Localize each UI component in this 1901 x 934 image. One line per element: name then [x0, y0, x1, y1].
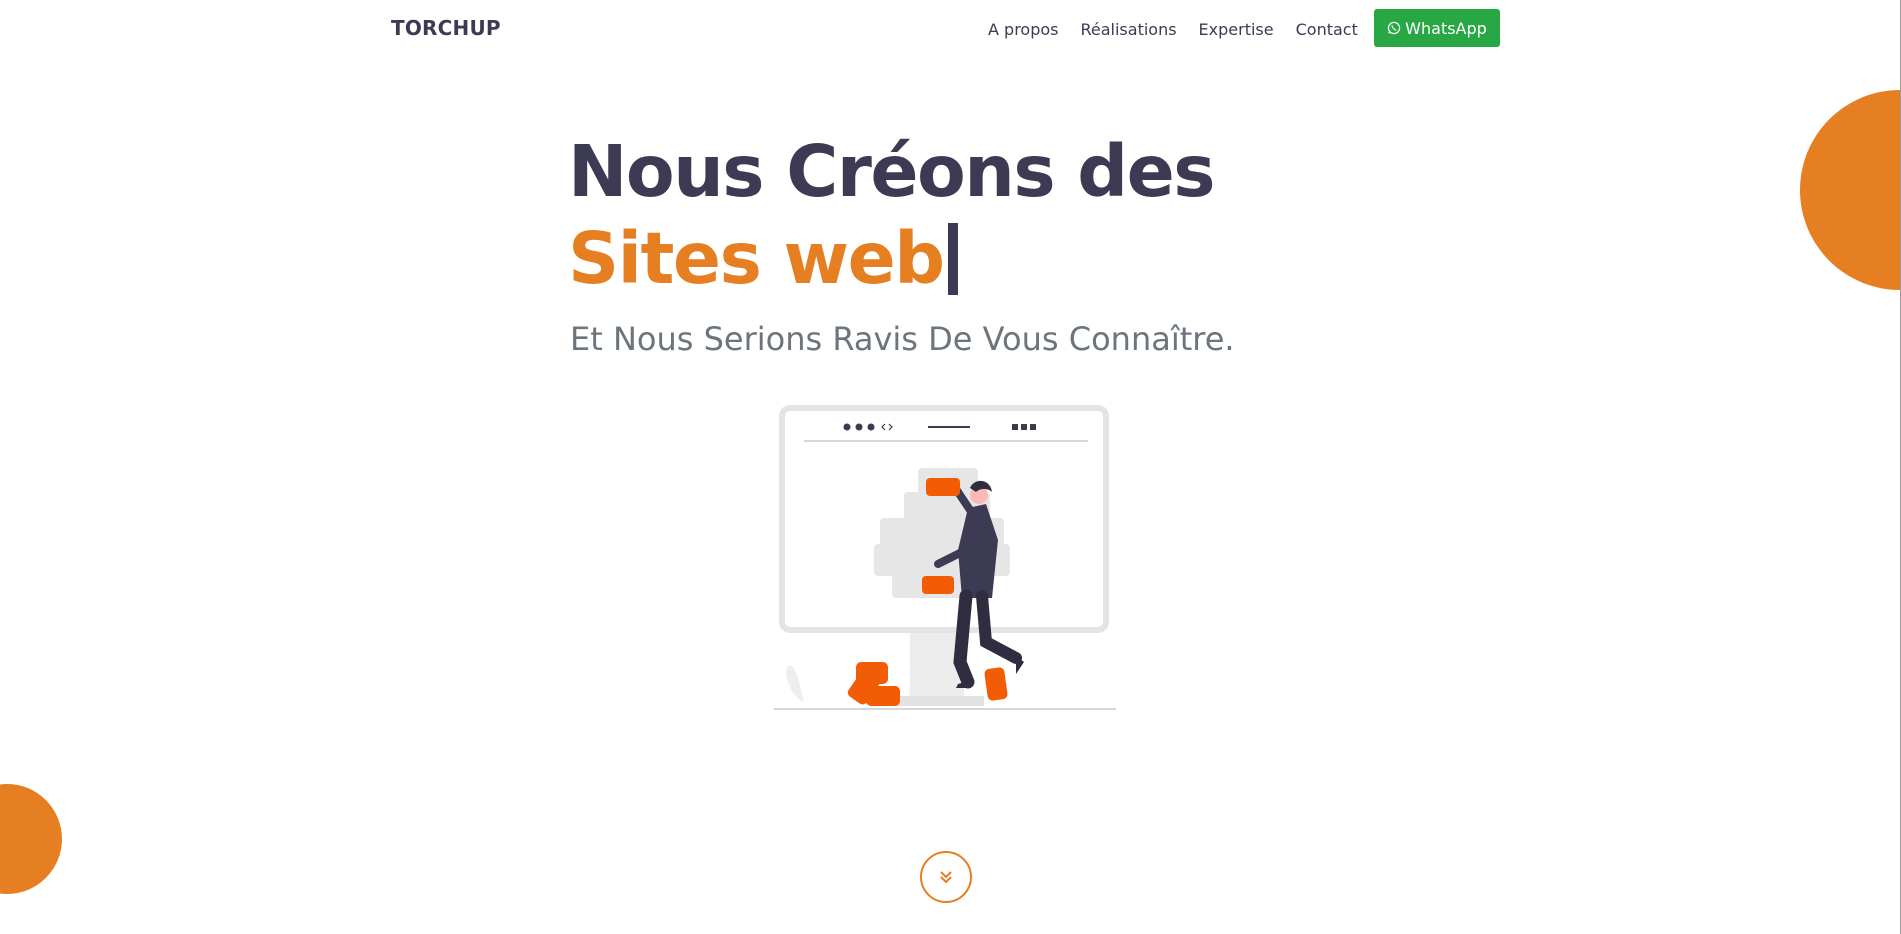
page: TORCHUP A propos Réalisations Expertise … — [0, 0, 1901, 934]
whatsapp-button[interactable]: WhatsApp — [1374, 9, 1500, 47]
double-chevron-down-icon — [940, 871, 952, 884]
nav-link-realisations[interactable]: Réalisations — [1080, 20, 1176, 39]
hero-subtitle: Et Nous Serions Ravis De Vous Connaître. — [570, 320, 1235, 358]
nav-link-contact[interactable]: Contact — [1296, 20, 1358, 39]
brand-logo[interactable]: TORCHUP — [391, 16, 501, 40]
hero-heading-line1: Nous Créons des — [568, 130, 1216, 213]
web-builder-illustration — [774, 405, 1116, 710]
scroll-down-button[interactable] — [920, 851, 972, 903]
nav-link-a-propos[interactable]: A propos — [988, 20, 1058, 39]
navbar: TORCHUP A propos Réalisations Expertise … — [0, 0, 1901, 58]
hero-heading-line2: Sites web — [568, 217, 958, 300]
whatsapp-button-label: WhatsApp — [1405, 18, 1487, 38]
typing-cursor — [947, 222, 958, 295]
nav-links: A propos Réalisations Expertise Contact — [988, 20, 1380, 39]
decorative-circle-right — [1800, 90, 1901, 290]
whatsapp-icon — [1387, 21, 1401, 35]
hero-typed-text: Sites web — [568, 217, 945, 300]
nav-link-expertise[interactable]: Expertise — [1199, 20, 1274, 39]
decorative-circle-left — [0, 784, 62, 894]
